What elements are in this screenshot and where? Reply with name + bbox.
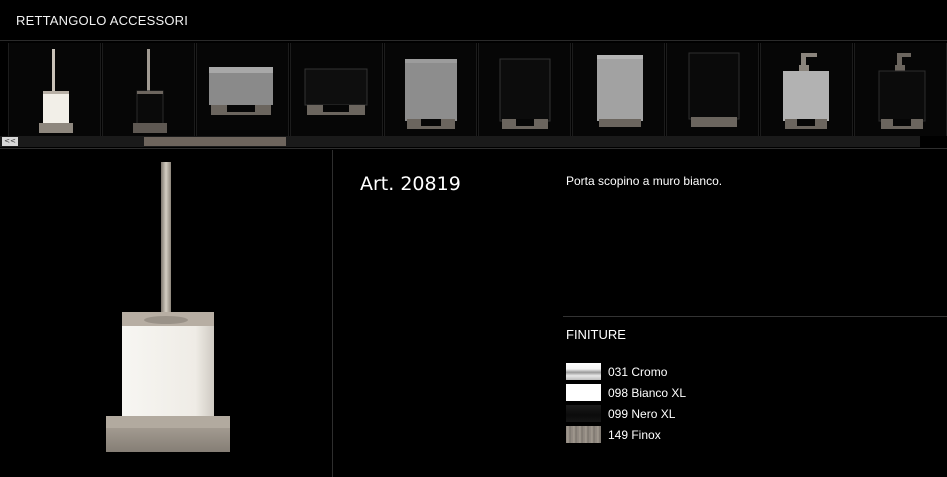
article-number: Art. 20819 xyxy=(360,173,461,195)
product-description: Porta scopino a muro bianco. xyxy=(566,174,723,188)
finish-swatch-nero[interactable] xyxy=(566,405,601,422)
finiture-title: FINITURE xyxy=(566,327,626,342)
finish-item-nero-xl[interactable]: 099 Nero XL xyxy=(566,403,686,424)
finish-label: 031 Cromo xyxy=(608,364,668,379)
thumbnail-soap-dish-white[interactable] xyxy=(196,43,289,136)
thumbnail-soap-dish-black[interactable] xyxy=(290,43,383,136)
thumbnail-tumbler-black[interactable] xyxy=(478,43,571,136)
finish-label: 149 Finox xyxy=(608,427,661,442)
thumbnail-tumbler-white[interactable] xyxy=(384,43,477,136)
finish-item-finox[interactable]: 149 Finox xyxy=(566,424,686,445)
thumbnail-strip xyxy=(0,40,947,136)
thumbnail-toilet-brush-black[interactable] xyxy=(102,43,195,136)
thumbnail-tumbler-tall-black[interactable] xyxy=(666,43,759,136)
finish-swatch-bianco[interactable] xyxy=(566,384,601,401)
finish-list: 031 Cromo 098 Bianco XL 099 Nero XL 149 … xyxy=(566,361,686,445)
finish-item-cromo[interactable]: 031 Cromo xyxy=(566,361,686,382)
scroll-left-button[interactable]: << xyxy=(2,137,18,146)
finish-item-bianco-xl[interactable]: 098 Bianco XL xyxy=(566,382,686,403)
thumbnail-toilet-brush-white[interactable] xyxy=(8,43,101,136)
product-image xyxy=(0,150,332,477)
thumbnail-tumbler-tall-white[interactable] xyxy=(572,43,665,136)
finish-label: 098 Bianco XL xyxy=(608,385,687,400)
thumbnail-soap-dispenser-white[interactable] xyxy=(760,43,853,136)
section-divider xyxy=(0,148,947,149)
thumbnail-soap-dispenser-black[interactable] xyxy=(854,43,947,136)
scrollbar-end xyxy=(920,136,947,147)
finish-swatch-finox[interactable] xyxy=(566,426,601,443)
thumbnail-scrollbar[interactable]: << xyxy=(0,136,920,147)
finiture-divider xyxy=(563,316,947,317)
page-title: RETTANGOLO ACCESSORI xyxy=(16,13,189,28)
finish-label: 099 Nero XL xyxy=(608,406,676,421)
scroll-thumb[interactable] xyxy=(144,137,286,146)
vertical-divider xyxy=(332,150,333,477)
finish-swatch-cromo[interactable] xyxy=(566,363,601,380)
